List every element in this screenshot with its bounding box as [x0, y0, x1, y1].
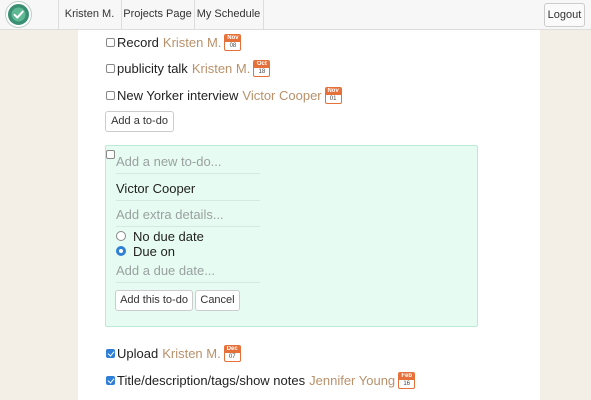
due-date-badge: Oct 18	[253, 59, 271, 77]
todo-title[interactable]: Record	[117, 35, 159, 50]
due-date-input[interactable]: Add a due date...	[116, 259, 260, 283]
todo-item: Record Kristen M. Nov 08	[106, 33, 242, 51]
radio-button[interactable]	[116, 231, 126, 241]
due-date-badge: Nov 01	[324, 86, 342, 104]
cancel-button[interactable]: Cancel	[195, 290, 240, 311]
todo-assignee[interactable]: Kristen M.	[192, 61, 251, 76]
top-navbar: Kristen M. Projects Page My Schedule Log…	[0, 0, 591, 30]
todo-assignee[interactable]: Victor Cooper	[242, 88, 321, 103]
due-day: 07	[228, 353, 236, 360]
todo-title[interactable]: Title/description/tags/show notes	[117, 373, 305, 388]
nav-item-profile[interactable]: Kristen M.	[58, 0, 121, 29]
due-day: 16	[403, 380, 410, 387]
due-day: 08	[229, 42, 237, 49]
add-this-todo-button[interactable]: Add this to-do	[115, 290, 193, 311]
due-month: Feb	[399, 372, 415, 380]
nav-divider	[263, 0, 264, 29]
new-todo-checkbox	[106, 150, 115, 159]
logout-button[interactable]: Logout	[544, 3, 585, 27]
todo-checkbox-checked[interactable]	[106, 375, 115, 385]
due-date-badge: Feb 16	[398, 371, 416, 389]
due-date-badge: Dec 07	[223, 344, 241, 362]
due-day: 18	[258, 68, 266, 75]
todo-item: Title/description/tags/show notes Jennif…	[106, 371, 416, 389]
due-month: Nov	[325, 87, 341, 95]
todo-item: Upload Kristen M. Dec 07	[106, 344, 241, 362]
todo-title[interactable]: Upload	[117, 346, 158, 361]
radio-label: No due date	[133, 228, 204, 244]
todo-assignee[interactable]: Kristen M.	[162, 346, 221, 361]
details-input[interactable]: Add extra details...	[116, 203, 260, 227]
todo-title[interactable]: publicity talk	[117, 61, 188, 76]
todo-assignee[interactable]: Jennifer Young	[309, 373, 395, 388]
due-month: Dec	[224, 345, 240, 353]
due-date-badge: Nov 08	[224, 33, 242, 51]
radio-due-on[interactable]: Due on	[116, 243, 175, 259]
nav-item-schedule[interactable]: My Schedule	[194, 0, 263, 29]
todo-checkbox-checked[interactable]	[106, 348, 115, 358]
todo-item: publicity talk Kristen M. Oct 18	[106, 59, 271, 77]
todo-assignee[interactable]: Kristen M.	[163, 35, 222, 50]
add-todo-button[interactable]: Add a to-do	[105, 111, 174, 132]
app-logo[interactable]	[6, 2, 31, 27]
todo-checkbox[interactable]	[106, 90, 115, 100]
radio-label: Due on	[133, 243, 175, 259]
due-month: Oct	[254, 60, 270, 68]
check-circle-icon	[11, 7, 26, 22]
todo-item: New Yorker interview Victor Cooper Nov 0…	[106, 86, 342, 104]
todo-title[interactable]: New Yorker interview	[117, 88, 238, 103]
due-day: 01	[329, 95, 337, 102]
due-month: Nov	[225, 34, 241, 42]
radio-no-due-date[interactable]: No due date	[116, 228, 204, 244]
todo-checkbox[interactable]	[106, 63, 115, 73]
assignee-field[interactable]: Victor Cooper	[116, 177, 260, 201]
radio-button-selected[interactable]	[116, 246, 126, 256]
nav-item-projects[interactable]: Projects Page	[121, 0, 194, 29]
new-todo-title-input[interactable]: Add a new to-do...	[116, 150, 260, 174]
todo-checkbox[interactable]	[106, 37, 115, 47]
